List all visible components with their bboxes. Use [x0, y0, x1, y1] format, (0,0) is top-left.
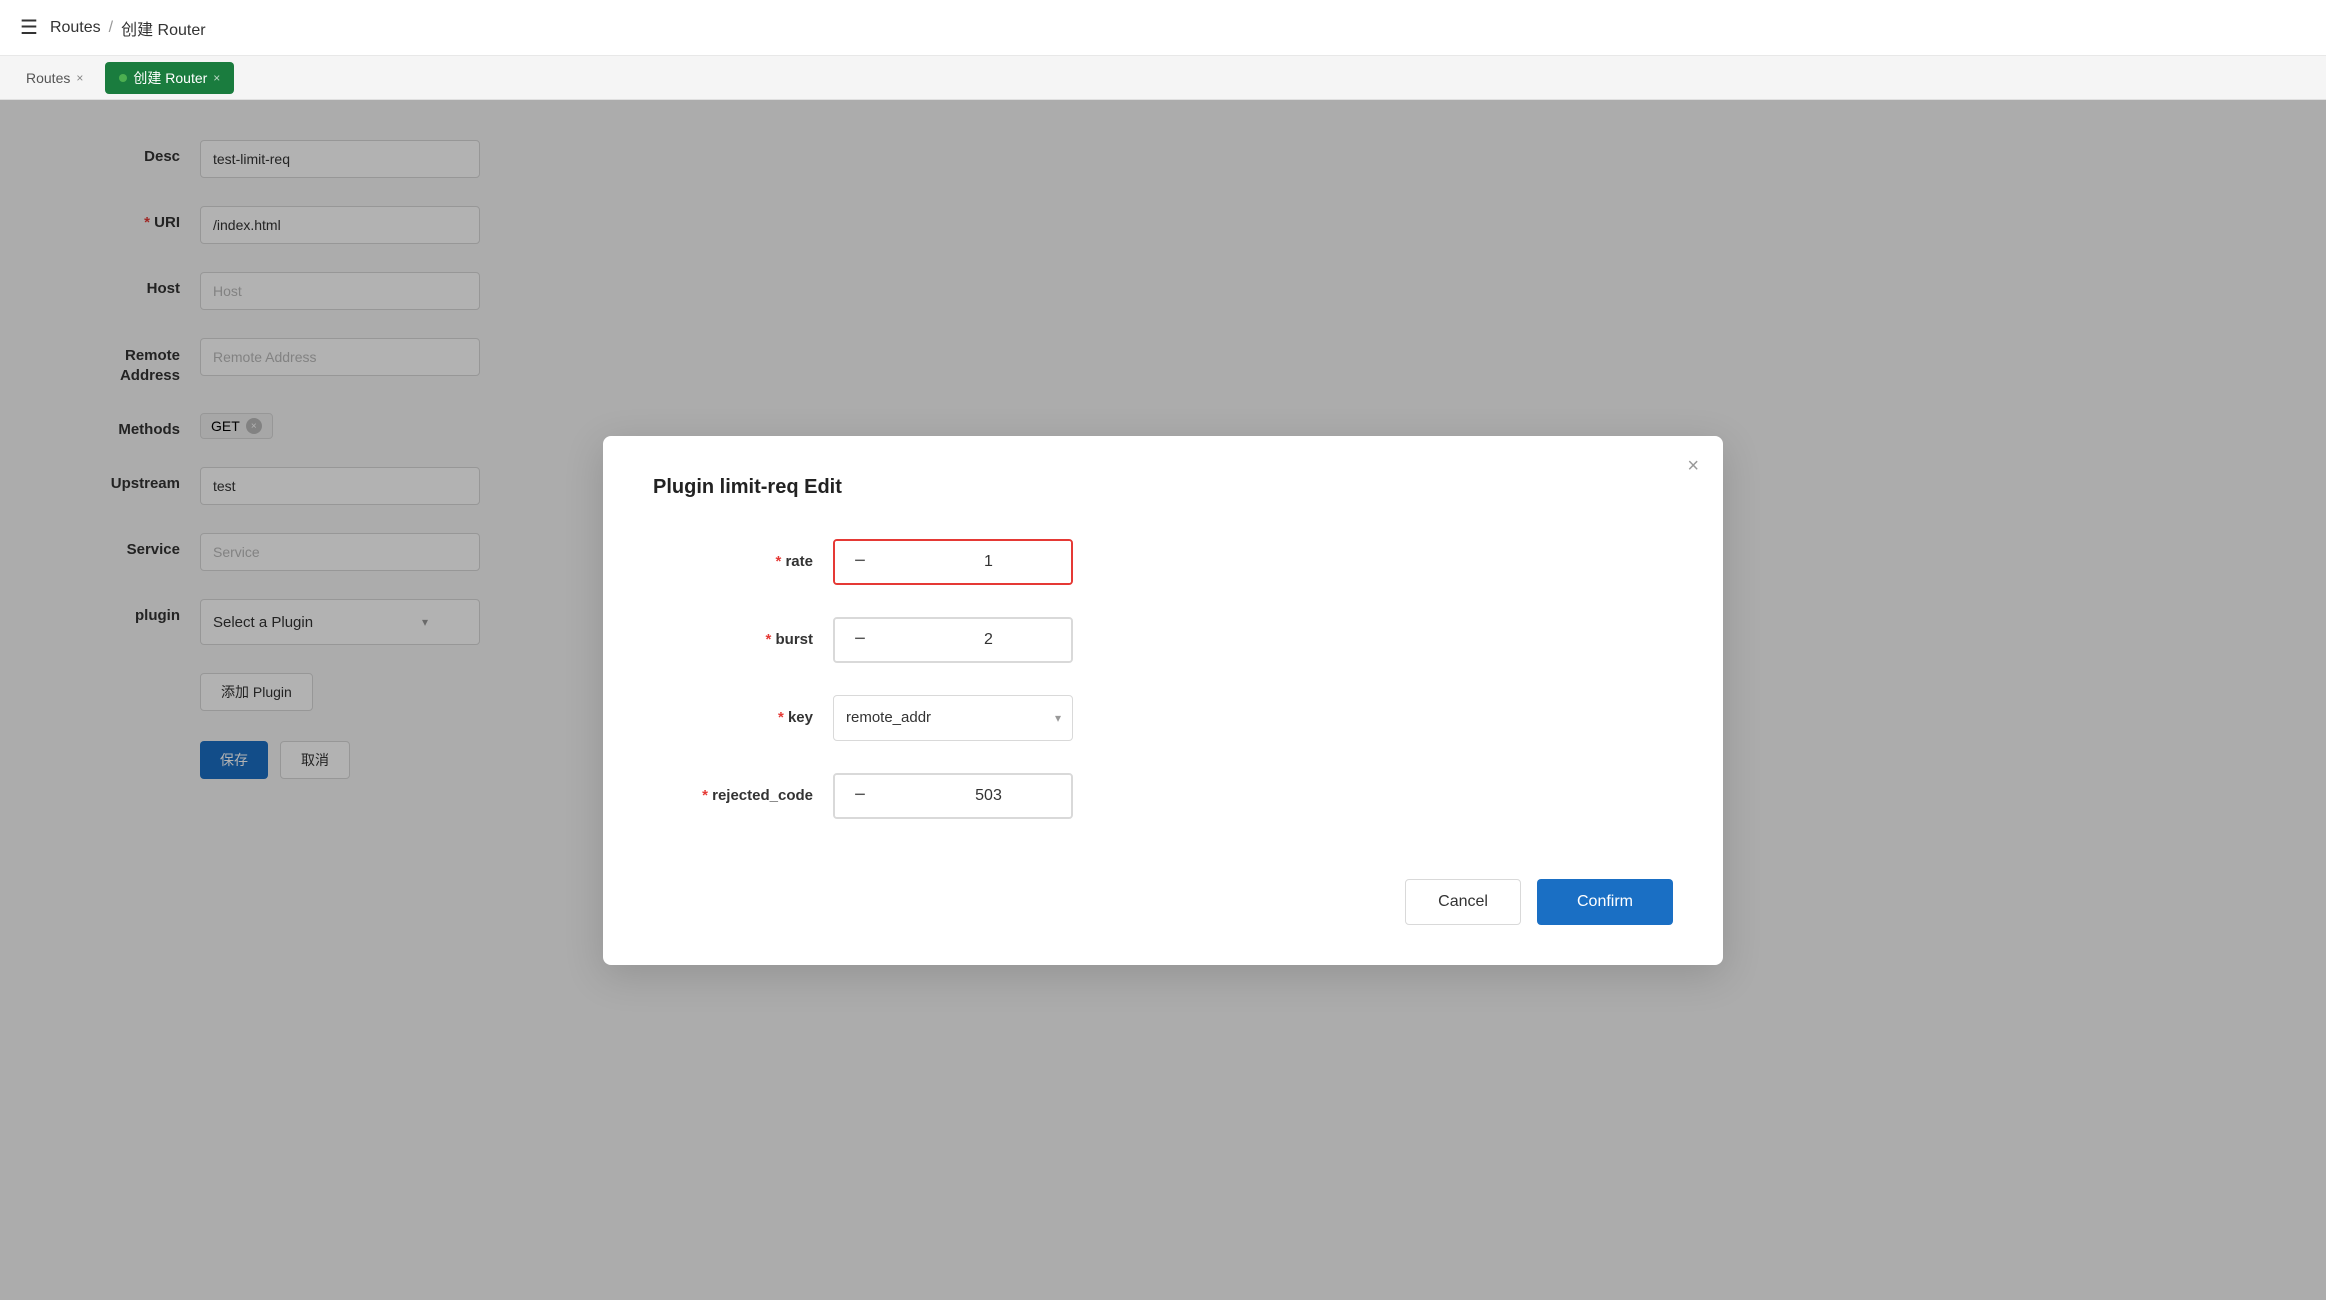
tab-create-router[interactable]: 创建 Router ×: [105, 62, 234, 94]
dialog-title: Plugin limit-req Edit: [653, 476, 1673, 499]
tab-bar: Routes × 创建 Router ×: [0, 56, 2326, 100]
dialog-cancel-button[interactable]: Cancel: [1405, 879, 1521, 925]
tab-routes-close[interactable]: ×: [76, 71, 83, 85]
rate-row: rate − +: [653, 539, 1673, 585]
dialog-confirm-button[interactable]: Confirm: [1537, 879, 1673, 925]
dialog-close-button[interactable]: ×: [1687, 456, 1699, 476]
burst-label: burst: [653, 631, 813, 648]
breadcrumb-create-router: 创建 Router: [121, 16, 205, 40]
burst-input[interactable]: [885, 619, 1073, 661]
rejected-code-stepper: − +: [833, 773, 1073, 819]
breadcrumb-separator: /: [109, 19, 113, 37]
rate-label: rate: [653, 553, 813, 570]
main-content: Desc URI Host Remote Address Methods GET…: [0, 100, 2326, 1300]
plugin-edit-dialog: Plugin limit-req Edit × rate − + burst −…: [603, 436, 1723, 965]
key-select-wrapper: remote_addr server_addr http_x_real_ip h…: [833, 695, 1073, 741]
rate-decrement-button[interactable]: −: [835, 541, 885, 583]
dialog-overlay: Plugin limit-req Edit × rate − + burst −…: [0, 100, 2326, 1300]
rejected-code-row: rejected_code − +: [653, 773, 1673, 819]
tab-create-router-close[interactable]: ×: [213, 71, 220, 85]
burst-stepper: − +: [833, 617, 1073, 663]
breadcrumb: Routes / 创建 Router: [50, 16, 206, 40]
menu-icon[interactable]: ☰: [20, 15, 38, 40]
top-header: ☰ Routes / 创建 Router: [0, 0, 2326, 56]
key-row: key remote_addr server_addr http_x_real_…: [653, 695, 1673, 741]
tab-active-dot: [119, 74, 127, 82]
burst-row: burst − +: [653, 617, 1673, 663]
breadcrumb-routes[interactable]: Routes: [50, 19, 101, 37]
key-label: key: [653, 709, 813, 726]
tab-routes[interactable]: Routes ×: [12, 64, 97, 92]
burst-decrement-button[interactable]: −: [835, 619, 885, 661]
rejected-code-label: rejected_code: [653, 787, 813, 804]
tab-create-router-label: 创建 Router: [133, 68, 207, 88]
rejected-code-decrement-button[interactable]: −: [835, 775, 885, 817]
rate-stepper: − +: [833, 539, 1073, 585]
dialog-footer: Cancel Confirm: [653, 879, 1673, 925]
tab-routes-label: Routes: [26, 70, 70, 86]
key-select[interactable]: remote_addr server_addr http_x_real_ip h…: [833, 695, 1073, 741]
rejected-code-input[interactable]: [885, 775, 1073, 817]
rate-input[interactable]: [885, 541, 1073, 583]
